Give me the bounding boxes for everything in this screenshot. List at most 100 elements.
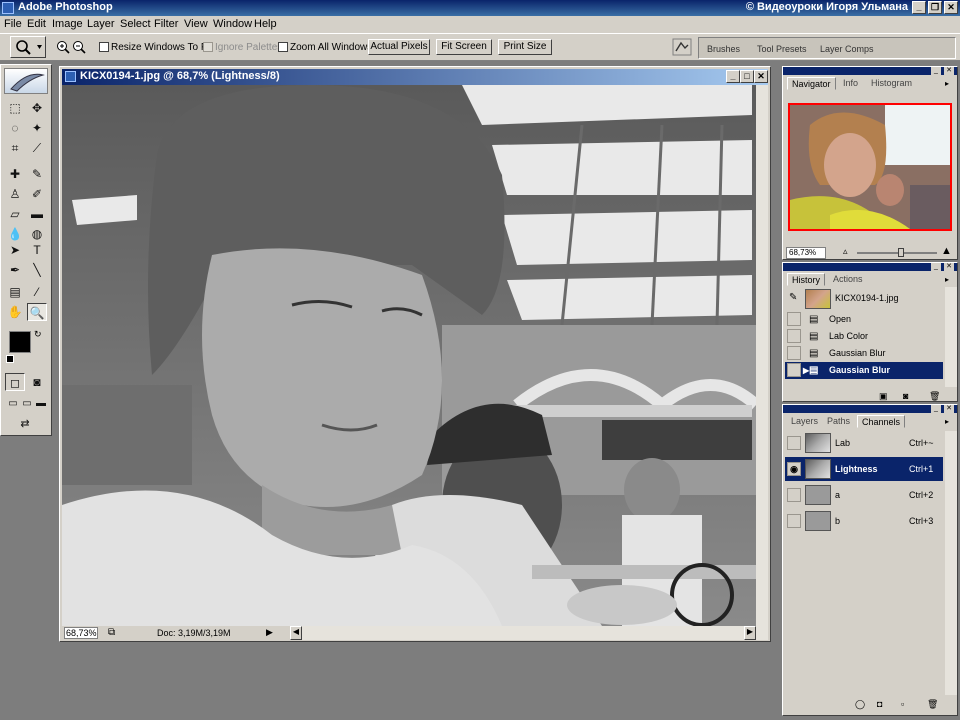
channel-visibility-eye-icon[interactable] [787, 514, 801, 528]
adobe-online-icon[interactable] [4, 68, 48, 94]
navigator-zoom-field[interactable]: 68,73% [786, 247, 826, 259]
channels-scrollbar[interactable] [945, 431, 957, 695]
path-selection-tool-icon[interactable]: ➤ [5, 241, 25, 259]
notes-tool-icon[interactable]: ▤ [5, 283, 25, 301]
channels-minimize-button[interactable]: _ [931, 405, 941, 413]
tab-history[interactable]: History [787, 273, 826, 286]
history-source-checkbox[interactable] [787, 329, 801, 343]
history-state-row[interactable]: ▤ Lab Color [785, 328, 943, 345]
history-source-checkbox[interactable] [787, 363, 801, 377]
lasso-tool-icon[interactable]: ◌ [5, 119, 25, 137]
clone-stamp-tool-icon[interactable]: ♙ [5, 185, 25, 203]
tab-info[interactable]: Info [839, 77, 862, 90]
tab-histogram[interactable]: Histogram [867, 77, 916, 90]
menu-view[interactable]: View [184, 18, 208, 30]
history-state-row[interactable]: ▤ Gaussian Blur [785, 345, 943, 362]
channel-row[interactable]: ◉ Lightness Ctrl+1 [785, 457, 943, 481]
navigator-minimize-button[interactable]: _ [931, 67, 941, 75]
move-tool-icon[interactable]: ✥ [27, 99, 47, 117]
print-size-button[interactable]: Print Size [498, 39, 552, 55]
brush-tool-icon[interactable]: ✎ [27, 165, 47, 183]
zoom-in-icon[interactable] [56, 40, 70, 54]
tab-layers[interactable]: Layers [787, 415, 822, 428]
history-state-row[interactable]: ▤ Open [785, 311, 943, 328]
magic-wand-tool-icon[interactable]: ✦ [27, 119, 47, 137]
history-scrollbar[interactable] [945, 287, 957, 387]
history-brush-tool-icon[interactable]: ✐ [27, 185, 47, 203]
eraser-tool-icon[interactable]: ▱ [5, 205, 25, 223]
load-channel-as-selection-icon[interactable]: ◯ [855, 699, 865, 710]
document-title-bar[interactable]: KICX0194-1.jpg @ 68,7% (Lightness/8) _ □… [62, 69, 768, 85]
healing-brush-tool-icon[interactable]: ✚ [5, 165, 25, 183]
fit-screen-button[interactable]: Fit Screen [436, 39, 492, 55]
close-window-button[interactable]: ✕ [944, 1, 958, 14]
document-maximize-button[interactable]: □ [740, 70, 754, 83]
line-tool-icon[interactable]: ╲ [27, 261, 47, 279]
new-channel-icon[interactable]: ▫ [901, 699, 904, 709]
tab-channels[interactable]: Channels [857, 415, 906, 428]
restore-window-button[interactable]: ❐ [928, 1, 942, 14]
default-colors-icon[interactable] [6, 355, 14, 363]
slice-tool-icon[interactable]: ⟋ [27, 139, 47, 157]
marquee-tool-icon[interactable]: ⬚ [5, 99, 25, 117]
document-vertical-scrollbar[interactable] [756, 85, 768, 626]
gradient-tool-icon[interactable]: ▬ [27, 205, 47, 223]
history-snapshot-row[interactable]: ✎ KICX0194-1.jpg [785, 287, 945, 311]
tab-paths[interactable]: Paths [823, 415, 854, 428]
navigator-zoom-out-icon[interactable]: ▵ [843, 246, 848, 257]
navigator-zoom-slider-thumb[interactable] [898, 248, 904, 257]
history-menu-icon[interactable]: ▸ [945, 275, 949, 284]
menu-file[interactable]: File [4, 18, 22, 30]
navigator-zoom-slider[interactable] [857, 248, 937, 257]
menu-edit[interactable]: Edit [27, 18, 46, 30]
jump-to-imageready-icon[interactable]: ⇄ [5, 415, 45, 433]
actual-pixels-button[interactable]: Actual Pixels [368, 39, 430, 55]
standard-mode-icon[interactable]: ◻ [5, 373, 25, 391]
foreground-color-swatch[interactable] [9, 331, 31, 353]
document-zoom-field[interactable]: 68,73% [64, 627, 98, 639]
menu-select[interactable]: Select [120, 18, 151, 30]
hand-tool-icon[interactable]: ✋ [5, 303, 25, 321]
image-canvas[interactable] [62, 85, 756, 626]
crop-tool-icon[interactable]: ⌗ [5, 139, 25, 157]
swap-colors-icon[interactable]: ↻ [34, 329, 42, 340]
navigator-menu-icon[interactable]: ▸ [945, 79, 949, 88]
full-screen-mode-icon[interactable]: ▬ [31, 395, 51, 413]
channel-visibility-eye-icon[interactable]: ◉ [787, 462, 801, 476]
tool-preset-picker[interactable] [10, 36, 46, 58]
history-source-checkbox[interactable] [787, 346, 801, 360]
new-document-from-state-icon[interactable]: ▣ [879, 391, 888, 402]
snapshot-brush-icon[interactable]: ✎ [789, 292, 797, 303]
document-minimize-button[interactable]: _ [726, 70, 740, 83]
history-state-row[interactable]: ▤ Gaussian Blur ▶ [785, 362, 943, 379]
navigator-zoom-in-icon[interactable]: ▲ [941, 245, 952, 257]
well-tab-tool-presets[interactable]: Tool Presets [757, 44, 807, 54]
delete-state-icon[interactable]: 🗑 [929, 391, 940, 402]
type-tool-icon[interactable]: T [27, 241, 47, 259]
menu-filter[interactable]: Filter [154, 18, 178, 30]
channels-menu-icon[interactable]: ▸ [945, 417, 949, 426]
menu-window[interactable]: Window [213, 18, 252, 30]
well-tab-layer-comps[interactable]: Layer Comps [820, 44, 874, 54]
quick-mask-mode-icon[interactable]: ◙ [27, 373, 47, 391]
menu-layer[interactable]: Layer [87, 18, 115, 30]
history-source-checkbox[interactable] [787, 312, 801, 326]
navigator-thumbnail[interactable] [788, 103, 952, 231]
pen-tool-icon[interactable]: ✒ [5, 261, 25, 279]
scroll-left-button[interactable]: ◀ [290, 626, 302, 640]
document-horizontal-scrollbar[interactable]: ◀ ▶ [290, 626, 768, 640]
channel-visibility-eye-icon[interactable] [787, 436, 801, 450]
channel-row[interactable]: Lab Ctrl+~ [785, 431, 943, 455]
channel-row[interactable]: b Ctrl+3 [785, 509, 943, 533]
go-to-imageready-icon[interactable] [672, 38, 692, 56]
eyedropper-tool-icon[interactable]: ⁄ [27, 283, 47, 301]
status-menu-arrow-icon[interactable]: ▶ [266, 627, 273, 638]
resize-windows-checkbox[interactable] [99, 42, 109, 52]
navigator-close-button[interactable]: ✕ [944, 67, 954, 75]
zoom-tool-icon[interactable]: 🔍 [27, 303, 47, 321]
channel-visibility-eye-icon[interactable] [787, 488, 801, 502]
menu-help[interactable]: Help [254, 18, 277, 30]
channels-close-button[interactable]: ✕ [944, 405, 954, 413]
well-tab-brushes[interactable]: Brushes [707, 44, 740, 54]
scroll-right-button[interactable]: ▶ [744, 626, 756, 640]
